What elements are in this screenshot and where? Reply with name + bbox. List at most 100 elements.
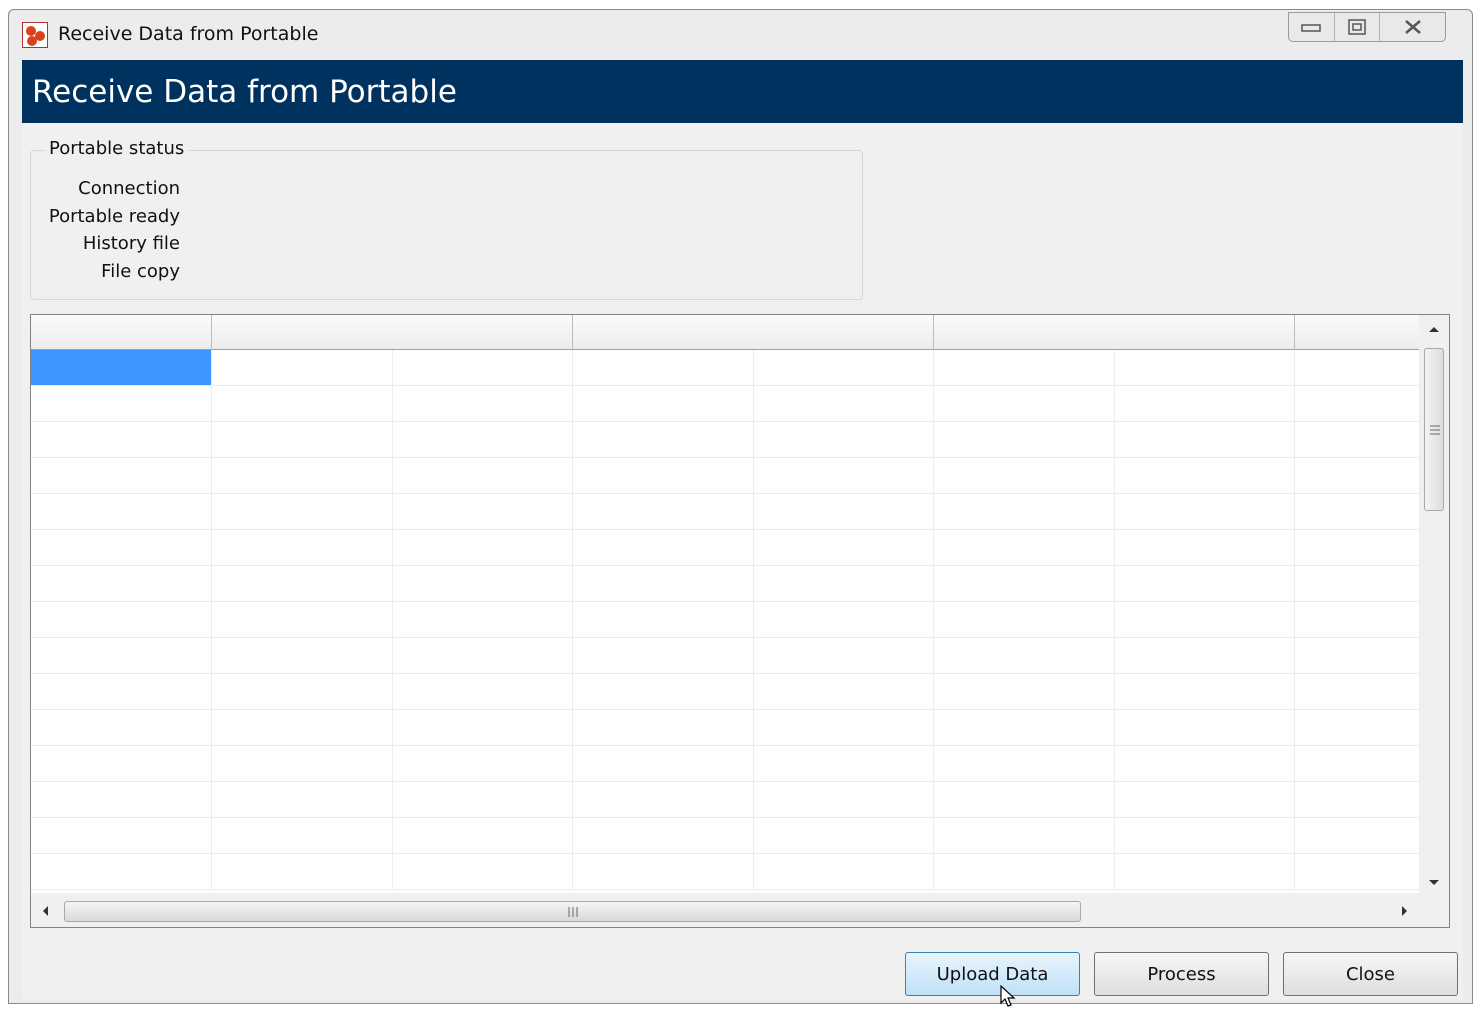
grid-cell[interactable] xyxy=(211,422,393,458)
grid-cell[interactable] xyxy=(572,386,754,422)
grid-cell[interactable] xyxy=(1114,350,1295,386)
grid-cell[interactable] xyxy=(933,782,1115,818)
grid-cell[interactable] xyxy=(753,602,934,638)
grid-cell[interactable] xyxy=(392,782,573,818)
vertical-scroll-thumb[interactable] xyxy=(1424,348,1444,511)
grid-cell[interactable] xyxy=(572,854,754,890)
column-header[interactable] xyxy=(753,315,934,350)
grid-cell[interactable] xyxy=(211,530,393,566)
grid-cell[interactable] xyxy=(572,782,754,818)
grid-cell[interactable] xyxy=(1294,422,1420,458)
grid-cell[interactable] xyxy=(392,710,573,746)
grid-cell[interactable] xyxy=(1114,422,1295,458)
horizontal-scrollbar[interactable] xyxy=(31,893,1420,927)
grid-cell[interactable] xyxy=(1294,710,1420,746)
grid-cell[interactable] xyxy=(1114,494,1295,530)
grid-cell[interactable] xyxy=(31,638,212,674)
title-bar[interactable]: Receive Data from Portable xyxy=(9,10,1472,60)
column-header[interactable] xyxy=(211,315,393,350)
scroll-down-icon[interactable] xyxy=(1428,879,1440,887)
grid-cell[interactable] xyxy=(572,746,754,782)
grid-cell[interactable] xyxy=(211,458,393,494)
grid-cell[interactable] xyxy=(31,782,212,818)
grid-cell[interactable] xyxy=(753,350,934,386)
grid-cell[interactable] xyxy=(933,854,1115,890)
grid-cell[interactable] xyxy=(211,386,393,422)
grid-cell[interactable] xyxy=(31,602,212,638)
grid-cell[interactable] xyxy=(392,818,573,854)
grid-cell[interactable] xyxy=(392,746,573,782)
grid-cell[interactable] xyxy=(1114,458,1295,494)
grid-cell[interactable] xyxy=(392,386,573,422)
grid-cell[interactable] xyxy=(572,350,754,386)
grid-cell[interactable] xyxy=(933,350,1115,386)
grid-cell[interactable] xyxy=(1294,566,1420,602)
grid-cell[interactable] xyxy=(392,674,573,710)
column-header[interactable] xyxy=(572,315,754,350)
grid-cell[interactable] xyxy=(31,566,212,602)
grid-cell[interactable] xyxy=(933,422,1115,458)
grid-cell[interactable] xyxy=(1294,602,1420,638)
grid-cell[interactable] xyxy=(31,458,212,494)
grid-cell[interactable] xyxy=(31,530,212,566)
grid-cell[interactable] xyxy=(211,674,393,710)
grid-cell[interactable] xyxy=(1114,566,1295,602)
grid-cell[interactable] xyxy=(753,566,934,602)
grid-cell[interactable] xyxy=(211,854,393,890)
grid-cell[interactable] xyxy=(1114,602,1295,638)
grid-cell[interactable] xyxy=(1294,530,1420,566)
grid-cell[interactable] xyxy=(753,710,934,746)
grid-cell[interactable] xyxy=(753,494,934,530)
grid-cell[interactable] xyxy=(211,746,393,782)
grid-cell[interactable] xyxy=(392,854,573,890)
grid-cell[interactable] xyxy=(1294,458,1420,494)
grid-cell[interactable] xyxy=(31,854,212,890)
grid-cell[interactable] xyxy=(211,494,393,530)
grid-cell[interactable] xyxy=(392,602,573,638)
scroll-left-icon[interactable] xyxy=(41,905,49,917)
minimize-button[interactable] xyxy=(1289,13,1335,41)
grid-cell[interactable] xyxy=(753,818,934,854)
grid-cell[interactable] xyxy=(31,674,212,710)
grid-cell[interactable] xyxy=(1294,854,1420,890)
column-header[interactable] xyxy=(1114,315,1295,350)
maximize-button[interactable] xyxy=(1335,13,1381,41)
grid-cell[interactable] xyxy=(31,710,212,746)
data-grid[interactable] xyxy=(30,314,1450,928)
grid-cell[interactable] xyxy=(933,458,1115,494)
close-window-button[interactable] xyxy=(1380,13,1445,41)
grid-cell[interactable] xyxy=(1294,494,1420,530)
grid-cell[interactable] xyxy=(1114,386,1295,422)
grid-cell[interactable] xyxy=(1114,638,1295,674)
grid-cell[interactable] xyxy=(753,854,934,890)
column-header[interactable] xyxy=(31,315,212,350)
grid-cell[interactable] xyxy=(211,638,393,674)
grid-body[interactable] xyxy=(31,315,1420,893)
grid-cell[interactable] xyxy=(572,566,754,602)
grid-cell[interactable] xyxy=(753,530,934,566)
grid-cell[interactable] xyxy=(753,782,934,818)
close-button[interactable]: Close xyxy=(1283,952,1458,996)
grid-cell[interactable] xyxy=(211,782,393,818)
grid-cell[interactable] xyxy=(933,530,1115,566)
grid-cell[interactable] xyxy=(1114,818,1295,854)
grid-cell[interactable] xyxy=(572,602,754,638)
grid-cell[interactable] xyxy=(1294,782,1420,818)
grid-cell[interactable] xyxy=(211,350,393,386)
grid-cell[interactable] xyxy=(753,386,934,422)
grid-cell[interactable] xyxy=(1114,710,1295,746)
horizontal-scroll-thumb[interactable] xyxy=(64,901,1081,922)
column-header[interactable] xyxy=(1294,315,1420,350)
grid-cell[interactable] xyxy=(933,494,1115,530)
grid-cell[interactable] xyxy=(1294,746,1420,782)
grid-cell[interactable] xyxy=(933,602,1115,638)
grid-cell[interactable] xyxy=(211,566,393,602)
grid-cell[interactable] xyxy=(572,674,754,710)
grid-cell[interactable] xyxy=(933,818,1115,854)
grid-cell[interactable] xyxy=(211,818,393,854)
grid-cell[interactable] xyxy=(572,530,754,566)
grid-cell[interactable] xyxy=(392,422,573,458)
grid-cell[interactable] xyxy=(211,710,393,746)
grid-cell[interactable] xyxy=(933,710,1115,746)
grid-cell[interactable] xyxy=(572,422,754,458)
